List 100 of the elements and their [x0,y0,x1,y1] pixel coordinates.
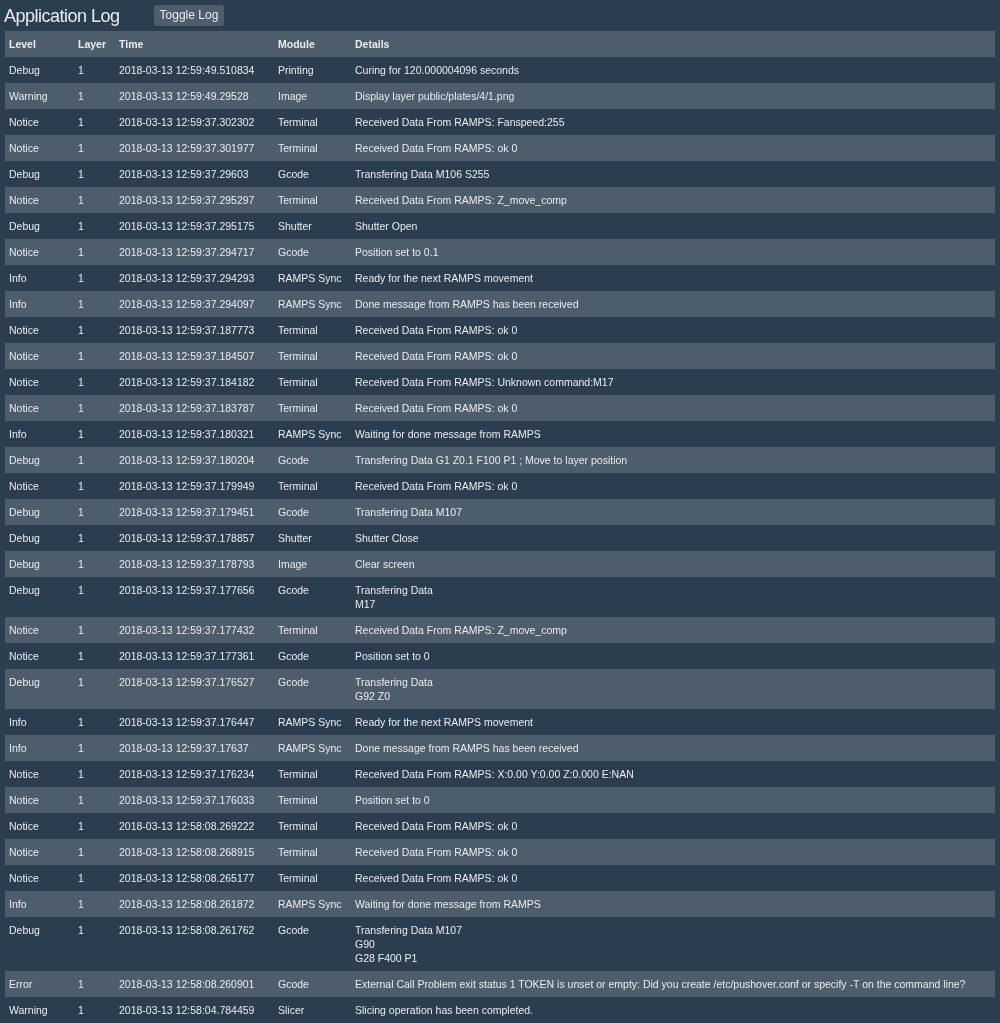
table-cell: Transfering Data M107 [351,499,995,525]
table-cell: 2018-03-13 12:59:37.176234 [115,761,274,787]
table-cell: 2018-03-13 12:59:49.510834 [115,57,274,83]
table-cell: 1 [74,577,115,617]
table-cell: 1 [74,787,115,813]
table-cell: Terminal [274,865,351,891]
table-cell: Transfering Data M17 [351,577,995,617]
table-cell: 1 [74,447,115,473]
table-cell: Transfering Data M106 S255 [351,161,995,187]
table-cell: 1 [74,317,115,343]
table-cell: 1 [74,499,115,525]
column-header: Details [351,31,995,57]
table-cell: 1 [74,265,115,291]
table-cell: 1 [74,421,115,447]
table-cell: 1 [74,865,115,891]
table-cell: Received Data From RAMPS: ok 0 [351,395,995,421]
table-cell: Notice [5,839,74,865]
table-cell: Notice [5,787,74,813]
table-cell: Notice [5,187,74,213]
table-cell: 2018-03-13 12:59:37.17637 [115,735,274,761]
table-cell: 1 [74,669,115,709]
table-cell: 2018-03-13 12:59:37.176447 [115,709,274,735]
table-cell: 2018-03-13 12:59:37.180204 [115,447,274,473]
table-cell: Notice [5,865,74,891]
table-cell: 1 [74,213,115,239]
table-cell: Waiting for done message from RAMPS [351,891,995,917]
table-cell: 1 [74,917,115,971]
table-cell: Terminal [274,617,351,643]
table-cell: Shutter Close [351,525,995,551]
table-cell: Gcode [274,447,351,473]
table-cell: Terminal [274,839,351,865]
table-cell: 2018-03-13 12:59:37.178857 [115,525,274,551]
table-cell: RAMPS Sync [274,421,351,447]
table-cell: Terminal [274,343,351,369]
table-cell: Debug [5,669,74,709]
table-cell: 2018-03-13 12:59:37.184507 [115,343,274,369]
table-cell: Notice [5,761,74,787]
column-header: Level [5,31,74,57]
table-cell: 2018-03-13 12:59:37.295175 [115,213,274,239]
toggle-log-button[interactable]: Toggle Log [153,5,225,26]
table-cell: 2018-03-13 12:59:37.179949 [115,473,274,499]
table-cell: 1 [74,369,115,395]
table-cell: 2018-03-13 12:59:49.29528 [115,83,274,109]
table-cell: Notice [5,343,74,369]
table-cell: Display layer public/plates/4/1.png [351,83,995,109]
table-cell: Error [5,971,74,997]
table-cell: Done message from RAMPS has been received [351,291,995,317]
table-cell: 2018-03-13 12:58:08.269222 [115,813,274,839]
table-cell: RAMPS Sync [274,891,351,917]
table-cell: Terminal [274,473,351,499]
table-cell: Shutter [274,213,351,239]
table-cell: Notice [5,135,74,161]
table-cell: 1 [74,109,115,135]
table-cell: Gcode [274,669,351,709]
table-cell: Received Data From RAMPS: ok 0 [351,317,995,343]
table-cell: Notice [5,109,74,135]
table-cell: Received Data From RAMPS: ok 0 [351,473,995,499]
table-cell: Done message from RAMPS has been received [351,735,995,761]
table-cell: 1 [74,709,115,735]
table-cell: Debug [5,57,74,83]
table-cell: Debug [5,213,74,239]
table-cell: 1 [74,761,115,787]
table-cell: Debug [5,577,74,617]
table-cell: Received Data From RAMPS: Z_move_comp [351,617,995,643]
table-cell: Received Data From RAMPS: ok 0 [351,135,995,161]
page-title: Application Log [4,4,120,27]
table-cell: Received Data From RAMPS: Unknown command:M17 [351,369,995,395]
table-cell: Received Data From RAMPS: X:0.00 Y:0.00 Z:0.000 E:NAN [351,761,995,787]
table-cell: Ready for the next RAMPS movement [351,709,995,735]
table-cell: Notice [5,317,74,343]
table-cell: 1 [74,551,115,577]
table-cell: 2018-03-13 12:59:37.177361 [115,643,274,669]
table-cell: 1 [74,239,115,265]
table-cell: Gcode [274,239,351,265]
table-cell: Curing for 120.000004096 seconds [351,57,995,83]
table-cell: Slicer [274,997,351,1023]
table-cell: 2018-03-13 12:59:37.183787 [115,395,274,421]
table-cell: 1 [74,343,115,369]
table-cell: 2018-03-13 12:58:08.265177 [115,865,274,891]
table-cell: 1 [74,525,115,551]
table-cell: 2018-03-13 12:59:37.302302 [115,109,274,135]
table-cell: Info [5,709,74,735]
table-cell: Position set to 0 [351,643,995,669]
table-cell: Notice [5,369,74,395]
table-cell: 1 [74,643,115,669]
table-cell: RAMPS Sync [274,709,351,735]
table-cell: Printing [274,57,351,83]
table-cell: Terminal [274,787,351,813]
table-cell: 2018-03-13 12:59:37.294097 [115,291,274,317]
table-cell: 2018-03-13 12:59:37.176527 [115,669,274,709]
table-cell: Received Data From RAMPS: ok 0 [351,865,995,891]
table-cell: Notice [5,239,74,265]
table-cell: Notice [5,395,74,421]
table-cell: 1 [74,971,115,997]
table-cell: 1 [74,839,115,865]
table-cell: 1 [74,135,115,161]
table-cell: Received Data From RAMPS: ok 0 [351,813,995,839]
table-cell: Transfering Data G92 Z0 [351,669,995,709]
table-cell: Terminal [274,187,351,213]
table-cell: Terminal [274,369,351,395]
